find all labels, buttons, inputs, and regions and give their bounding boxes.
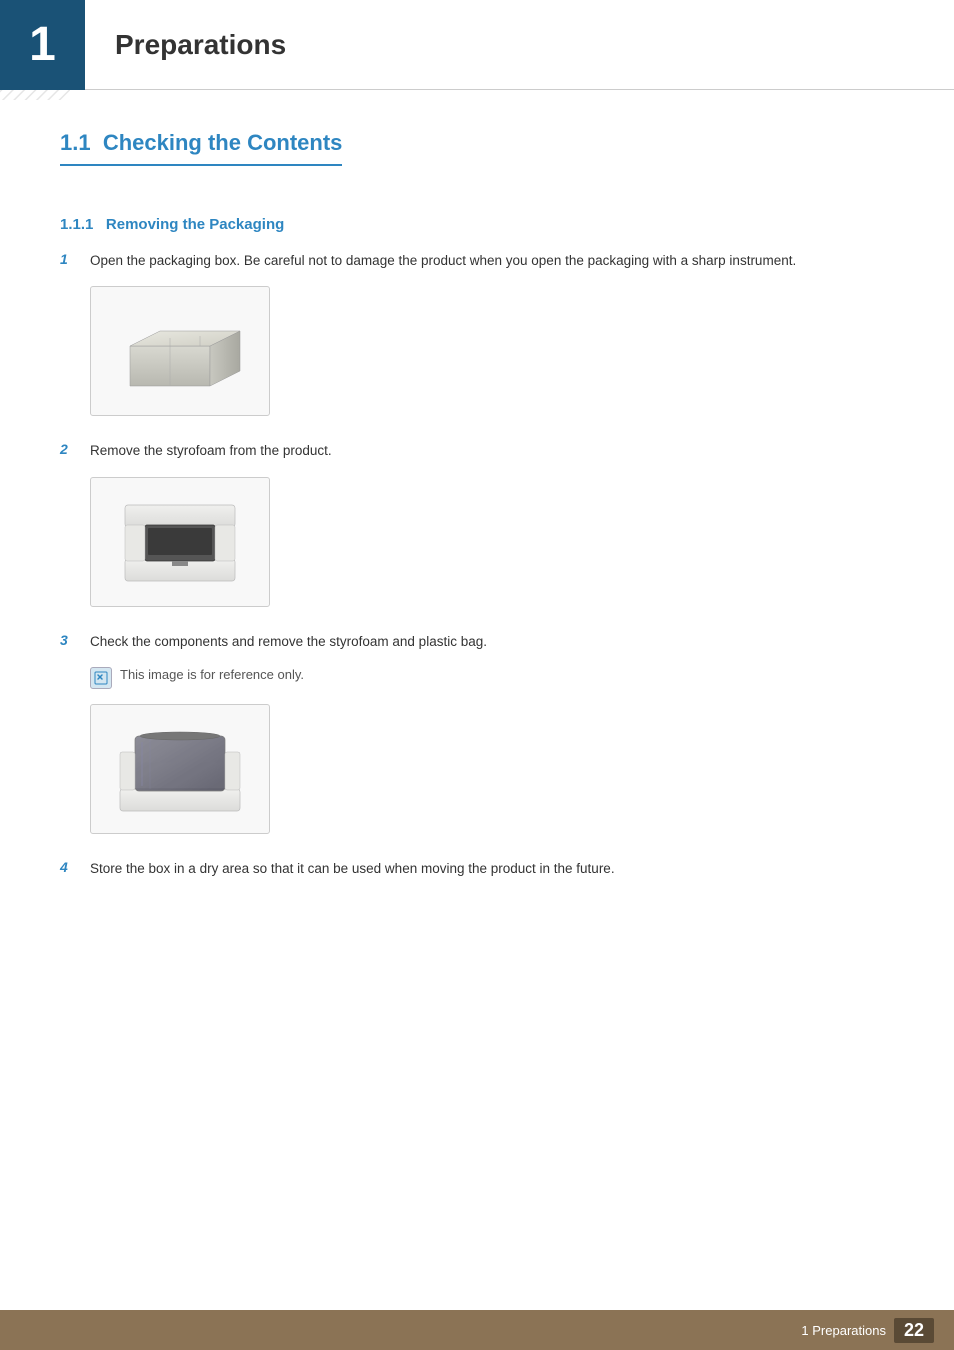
note-box: This image is for reference only. bbox=[90, 667, 894, 689]
step-4-number: 4 bbox=[60, 859, 90, 875]
step-2-number: 2 bbox=[60, 441, 90, 457]
step-3-text: Check the components and remove the styr… bbox=[90, 632, 487, 652]
footer-section-label: 1 Preparations bbox=[801, 1323, 886, 1338]
step-3: 3 Check the components and remove the st… bbox=[60, 632, 894, 834]
chapter-title: Preparations bbox=[115, 29, 286, 61]
section-1-1-title: 1.1 Checking the Contents bbox=[60, 130, 342, 166]
step-4: 4 Store the box in a dry area so that it… bbox=[60, 859, 894, 879]
section-1-1: 1.1 Checking the Contents bbox=[60, 130, 894, 191]
step-3-image bbox=[90, 704, 894, 834]
step-2-image bbox=[90, 477, 894, 607]
main-content: 1.1 Checking the Contents 1.1.1 Removing… bbox=[0, 90, 954, 984]
chapter-header: 1 Preparations bbox=[0, 0, 954, 90]
step-2-text: Remove the styrofoam from the product. bbox=[90, 441, 332, 461]
page-number: 22 bbox=[894, 1318, 934, 1343]
step-1-number: 1 bbox=[60, 251, 90, 267]
step-4-text: Store the box in a dry area so that it c… bbox=[90, 859, 615, 879]
note-icon bbox=[90, 667, 112, 689]
note-text: This image is for reference only. bbox=[120, 667, 304, 682]
page-footer: 1 Preparations 22 bbox=[0, 1310, 954, 1350]
step-3-number: 3 bbox=[60, 632, 90, 648]
step-2: 2 Remove the styrofoam from the product. bbox=[60, 441, 894, 606]
chapter-number: 1 bbox=[0, 0, 85, 90]
step-1-image bbox=[90, 286, 894, 416]
subsection-1-1-1-title: 1.1.1 Removing the Packaging bbox=[60, 216, 894, 233]
step-1: 1 Open the packaging box. Be careful not… bbox=[60, 251, 894, 416]
step-1-text: Open the packaging box. Be careful not t… bbox=[90, 251, 796, 271]
section-1-1-1: 1.1.1 Removing the Packaging 1 Open the … bbox=[60, 216, 894, 879]
